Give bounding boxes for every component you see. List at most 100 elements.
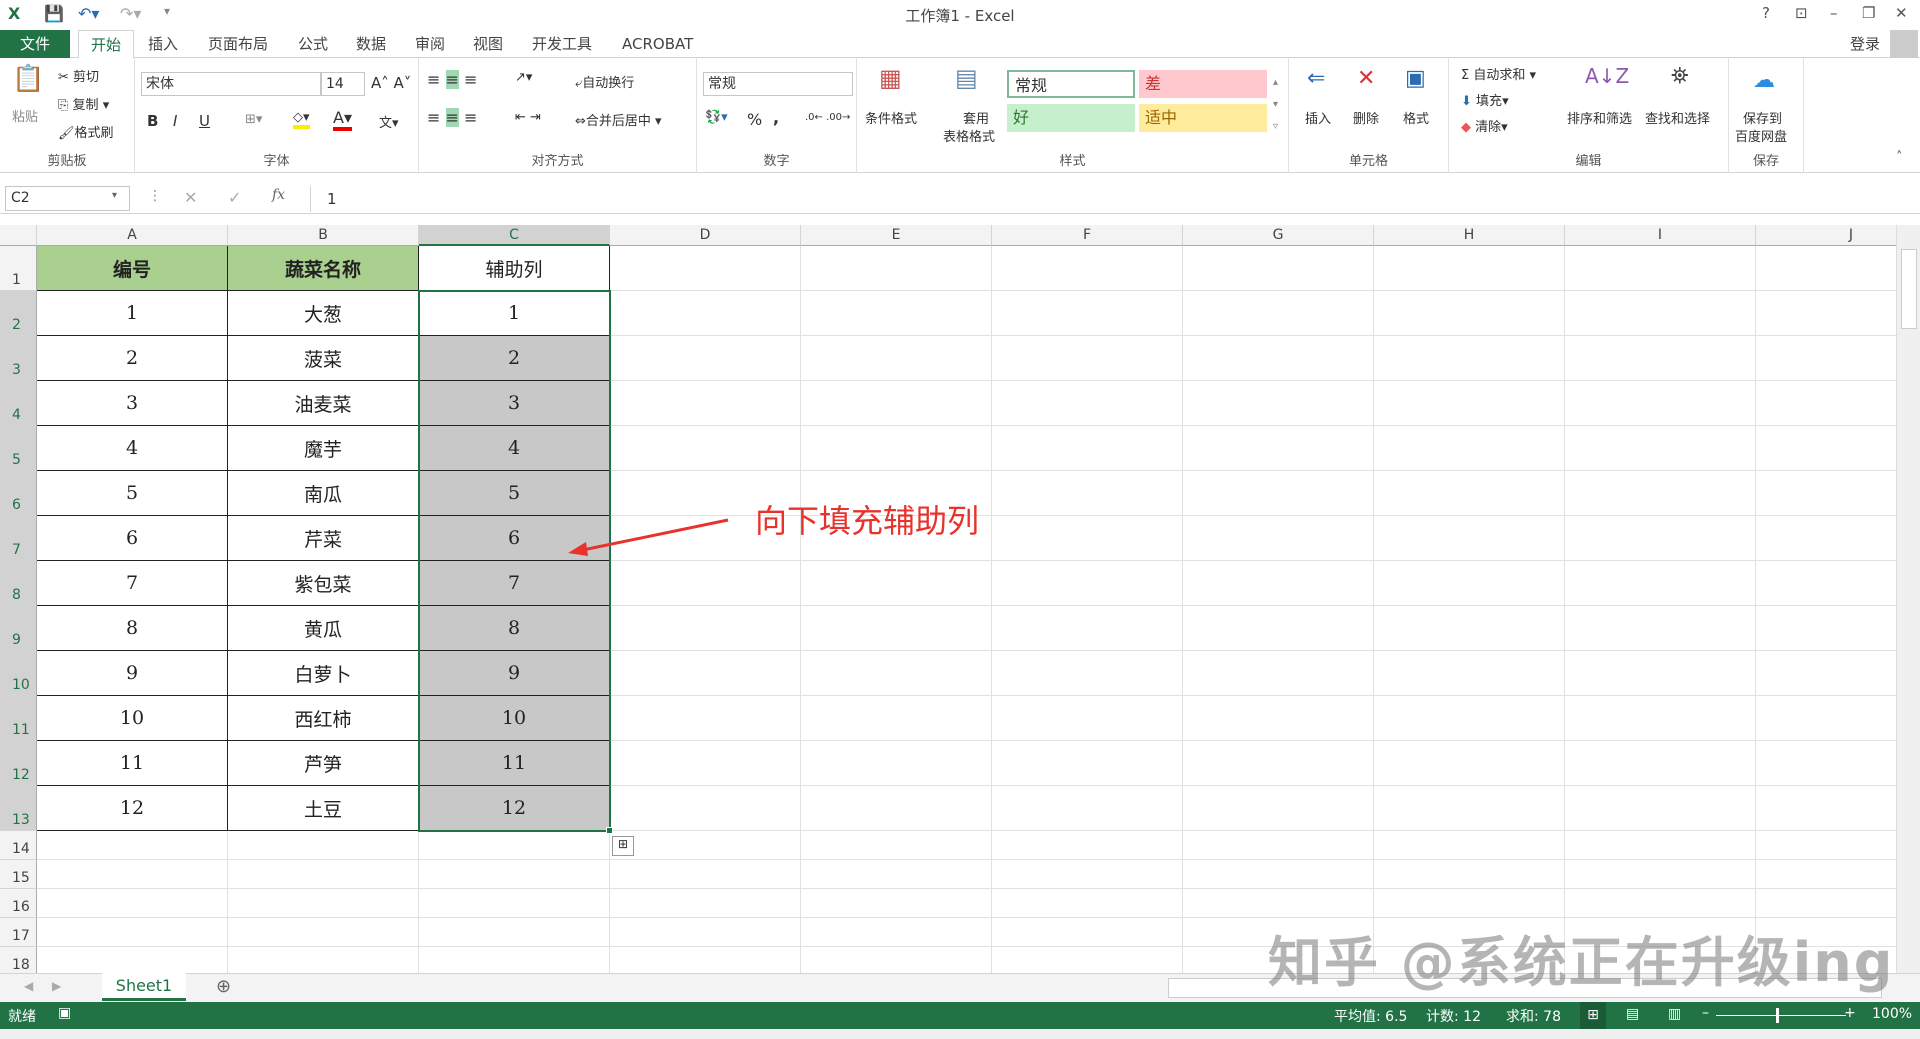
row-header-5[interactable]: 5	[0, 426, 37, 471]
column-header-d[interactable]: D	[610, 225, 801, 246]
cell-e5[interactable]	[801, 426, 992, 471]
cell-i14[interactable]	[1565, 831, 1756, 860]
cell-i6[interactable]	[1565, 471, 1756, 516]
select-all-corner[interactable]	[0, 225, 37, 246]
cell-j10[interactable]	[1756, 651, 1896, 696]
cell-f14[interactable]	[992, 831, 1183, 860]
cell-j15[interactable]	[1756, 860, 1896, 889]
table-cell-c4[interactable]: 3	[419, 381, 610, 426]
cell-h15[interactable]	[1374, 860, 1565, 889]
cell-c14[interactable]	[419, 831, 610, 860]
cell-f18[interactable]	[992, 947, 1183, 973]
ribbon-display-icon[interactable]: ⊡	[1795, 4, 1808, 22]
cell-g15[interactable]	[1183, 860, 1374, 889]
cell-i2[interactable]	[1565, 291, 1756, 336]
insert-cells-button[interactable]: 插入	[1305, 108, 1331, 127]
cell-g14[interactable]	[1183, 831, 1374, 860]
cell-e8[interactable]	[801, 561, 992, 606]
table-cell-b4[interactable]: 油麦菜	[228, 381, 419, 426]
bold-button[interactable]: B	[147, 112, 158, 130]
format-painter-button[interactable]: 🖌格式刷	[58, 122, 114, 141]
table-cell-a12[interactable]: 11	[37, 741, 228, 786]
cell-i8[interactable]	[1565, 561, 1756, 606]
cell-d9[interactable]	[610, 606, 801, 651]
tab-view[interactable]: 视图	[461, 30, 515, 58]
login-link[interactable]: 登录	[1838, 30, 1892, 58]
cell-h5[interactable]	[1374, 426, 1565, 471]
phonetic-icon[interactable]: 文▾	[379, 112, 399, 131]
row-header-2[interactable]: 2	[0, 291, 37, 336]
styles-scroll-icon[interactable]: ▴ ▾ ▿	[1273, 72, 1278, 138]
align-top-icon[interactable]: ≡ ≡ ≡	[427, 70, 477, 89]
table-cell-b2[interactable]: 大葱	[228, 291, 419, 336]
font-name-select[interactable]: 宋体	[141, 72, 321, 96]
cell-d14[interactable]	[610, 831, 801, 860]
cell-c17[interactable]	[419, 918, 610, 947]
cell-g9[interactable]	[1183, 606, 1374, 651]
next-sheet-icon[interactable]: ▶	[52, 979, 61, 993]
cell-h12[interactable]	[1374, 741, 1565, 786]
column-header-g[interactable]: G	[1183, 225, 1374, 246]
cell-b18[interactable]	[228, 947, 419, 973]
vertical-scrollbar[interactable]	[1896, 225, 1920, 973]
cell-i11[interactable]	[1565, 696, 1756, 741]
tab-formulas[interactable]: 公式	[286, 30, 340, 58]
auto-fill-options-icon[interactable]: ⊞	[612, 836, 634, 856]
table-cell-a13[interactable]: 12	[37, 786, 228, 831]
minimize-icon[interactable]: –	[1830, 4, 1838, 22]
table-cell-b13[interactable]: 土豆	[228, 786, 419, 831]
column-header-h[interactable]: H	[1374, 225, 1565, 246]
page-break-view-icon[interactable]: ▥	[1668, 1006, 1681, 1022]
borders-icon[interactable]: ⊞▾	[245, 112, 262, 127]
font-size-select[interactable]: 14	[321, 72, 365, 96]
sheet-tab-sheet1[interactable]: Sheet1	[102, 973, 186, 1001]
cell-b16[interactable]	[228, 889, 419, 918]
collapse-ribbon-icon[interactable]: ˄	[1896, 150, 1903, 165]
cell-d13[interactable]	[610, 786, 801, 831]
table-cell-c5[interactable]: 4	[419, 426, 610, 471]
cell-e18[interactable]	[801, 947, 992, 973]
cell-j9[interactable]	[1756, 606, 1896, 651]
cell-j5[interactable]	[1756, 426, 1896, 471]
cell-e15[interactable]	[801, 860, 992, 889]
cell-j16[interactable]	[1756, 889, 1896, 918]
cell-e13[interactable]	[801, 786, 992, 831]
grow-font-icon[interactable]: A˄ A˅	[371, 74, 411, 92]
style-good[interactable]: 好	[1007, 104, 1135, 132]
vertical-scroll-thumb[interactable]	[1901, 249, 1917, 329]
cell-e3[interactable]	[801, 336, 992, 381]
wrap-text-button[interactable]: ⤶自动换行	[575, 72, 634, 91]
page-layout-view-icon[interactable]: ▤	[1626, 1006, 1639, 1022]
fill-color-icon[interactable]: ◇▾	[293, 110, 310, 129]
cell-j12[interactable]	[1756, 741, 1896, 786]
cell-d2[interactable]	[610, 291, 801, 336]
cell-c16[interactable]	[419, 889, 610, 918]
row-header-14[interactable]: 14	[0, 831, 37, 860]
cell-c15[interactable]	[419, 860, 610, 889]
table-cell-a3[interactable]: 2	[37, 336, 228, 381]
tab-data[interactable]: 数据	[344, 30, 398, 58]
sort-filter-button[interactable]: 排序和筛选	[1567, 108, 1632, 127]
indent-icon[interactable]: ⇤ ⇥	[515, 110, 541, 125]
cell-g4[interactable]	[1183, 381, 1374, 426]
table-header-cell-b1[interactable]: 蔬菜名称	[228, 246, 419, 291]
clear-button[interactable]: ◆ 清除▾	[1461, 116, 1508, 135]
cell-i13[interactable]	[1565, 786, 1756, 831]
cell-e12[interactable]	[801, 741, 992, 786]
cell-g16[interactable]	[1183, 889, 1374, 918]
cell-e9[interactable]	[801, 606, 992, 651]
cell-g12[interactable]	[1183, 741, 1374, 786]
table-format-label[interactable]: 表格格式	[943, 126, 995, 145]
cell-f7[interactable]	[992, 516, 1183, 561]
cell-i16[interactable]	[1565, 889, 1756, 918]
table-cell-a8[interactable]: 7	[37, 561, 228, 606]
cell-f10[interactable]	[992, 651, 1183, 696]
column-header-i[interactable]: I	[1565, 225, 1756, 246]
cell-d1[interactable]	[610, 246, 801, 291]
cell-j1[interactable]	[1756, 246, 1896, 291]
tab-developer[interactable]: 开发工具	[520, 30, 604, 58]
table-cell-b9[interactable]: 黄瓜	[228, 606, 419, 651]
cell-f6[interactable]	[992, 471, 1183, 516]
add-sheet-icon[interactable]: ⊕	[216, 976, 231, 997]
cell-a17[interactable]	[37, 918, 228, 947]
